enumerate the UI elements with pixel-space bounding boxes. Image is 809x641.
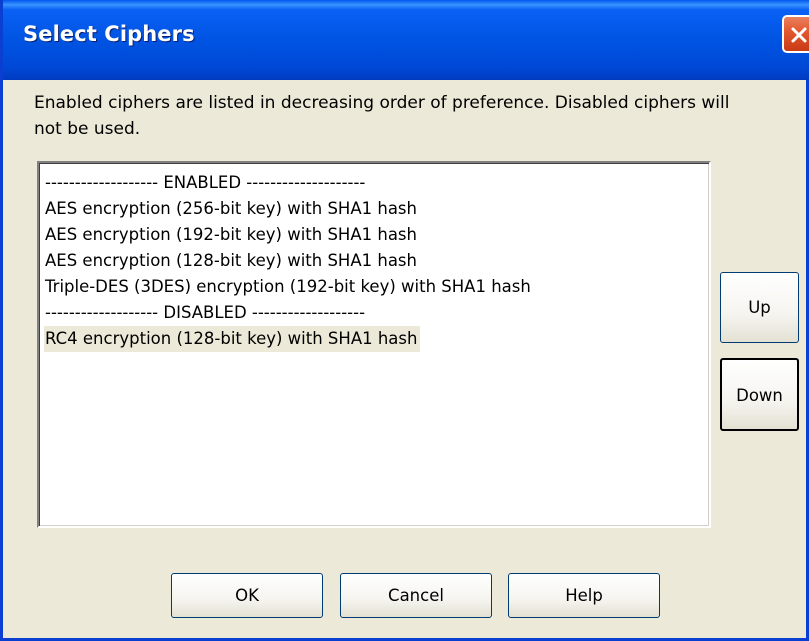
ok-button[interactable]: OK xyxy=(171,573,323,618)
list-item-aes-256[interactable]: AES encryption (256-bit key) with SHA1 h… xyxy=(44,196,420,222)
list-item-aes-128[interactable]: AES encryption (128-bit key) with SHA1 h… xyxy=(44,248,420,274)
title-bar[interactable]: Select Ciphers xyxy=(3,0,809,80)
list-item-3des[interactable]: Triple-DES (3DES) encryption (192-bit ke… xyxy=(44,274,534,300)
list-item-rc4[interactable]: RC4 encryption (128-bit key) with SHA1 h… xyxy=(44,326,421,352)
list-item-enabled-separator[interactable]: ------------------- ENABLED ------------… xyxy=(44,170,368,196)
cipher-list-items: ------------------- ENABLED ------------… xyxy=(44,170,534,352)
down-button[interactable]: Down xyxy=(720,358,799,431)
cancel-button[interactable]: Cancel xyxy=(340,573,492,618)
window-title: Select Ciphers xyxy=(23,22,195,46)
up-button[interactable]: Up xyxy=(720,272,799,343)
help-button[interactable]: Help xyxy=(508,573,660,618)
list-item-aes-192[interactable]: AES encryption (192-bit key) with SHA1 h… xyxy=(44,222,420,248)
description-text: Enabled ciphers are listed in decreasing… xyxy=(34,93,730,139)
close-x-icon xyxy=(791,27,807,43)
close-button[interactable] xyxy=(782,15,809,53)
list-item-disabled-separator[interactable]: ------------------- DISABLED -----------… xyxy=(44,300,368,326)
cipher-listbox[interactable]: ------------------- ENABLED ------------… xyxy=(37,161,711,528)
select-ciphers-dialog: Select Ciphers Enabled ciphers are liste… xyxy=(0,0,809,641)
